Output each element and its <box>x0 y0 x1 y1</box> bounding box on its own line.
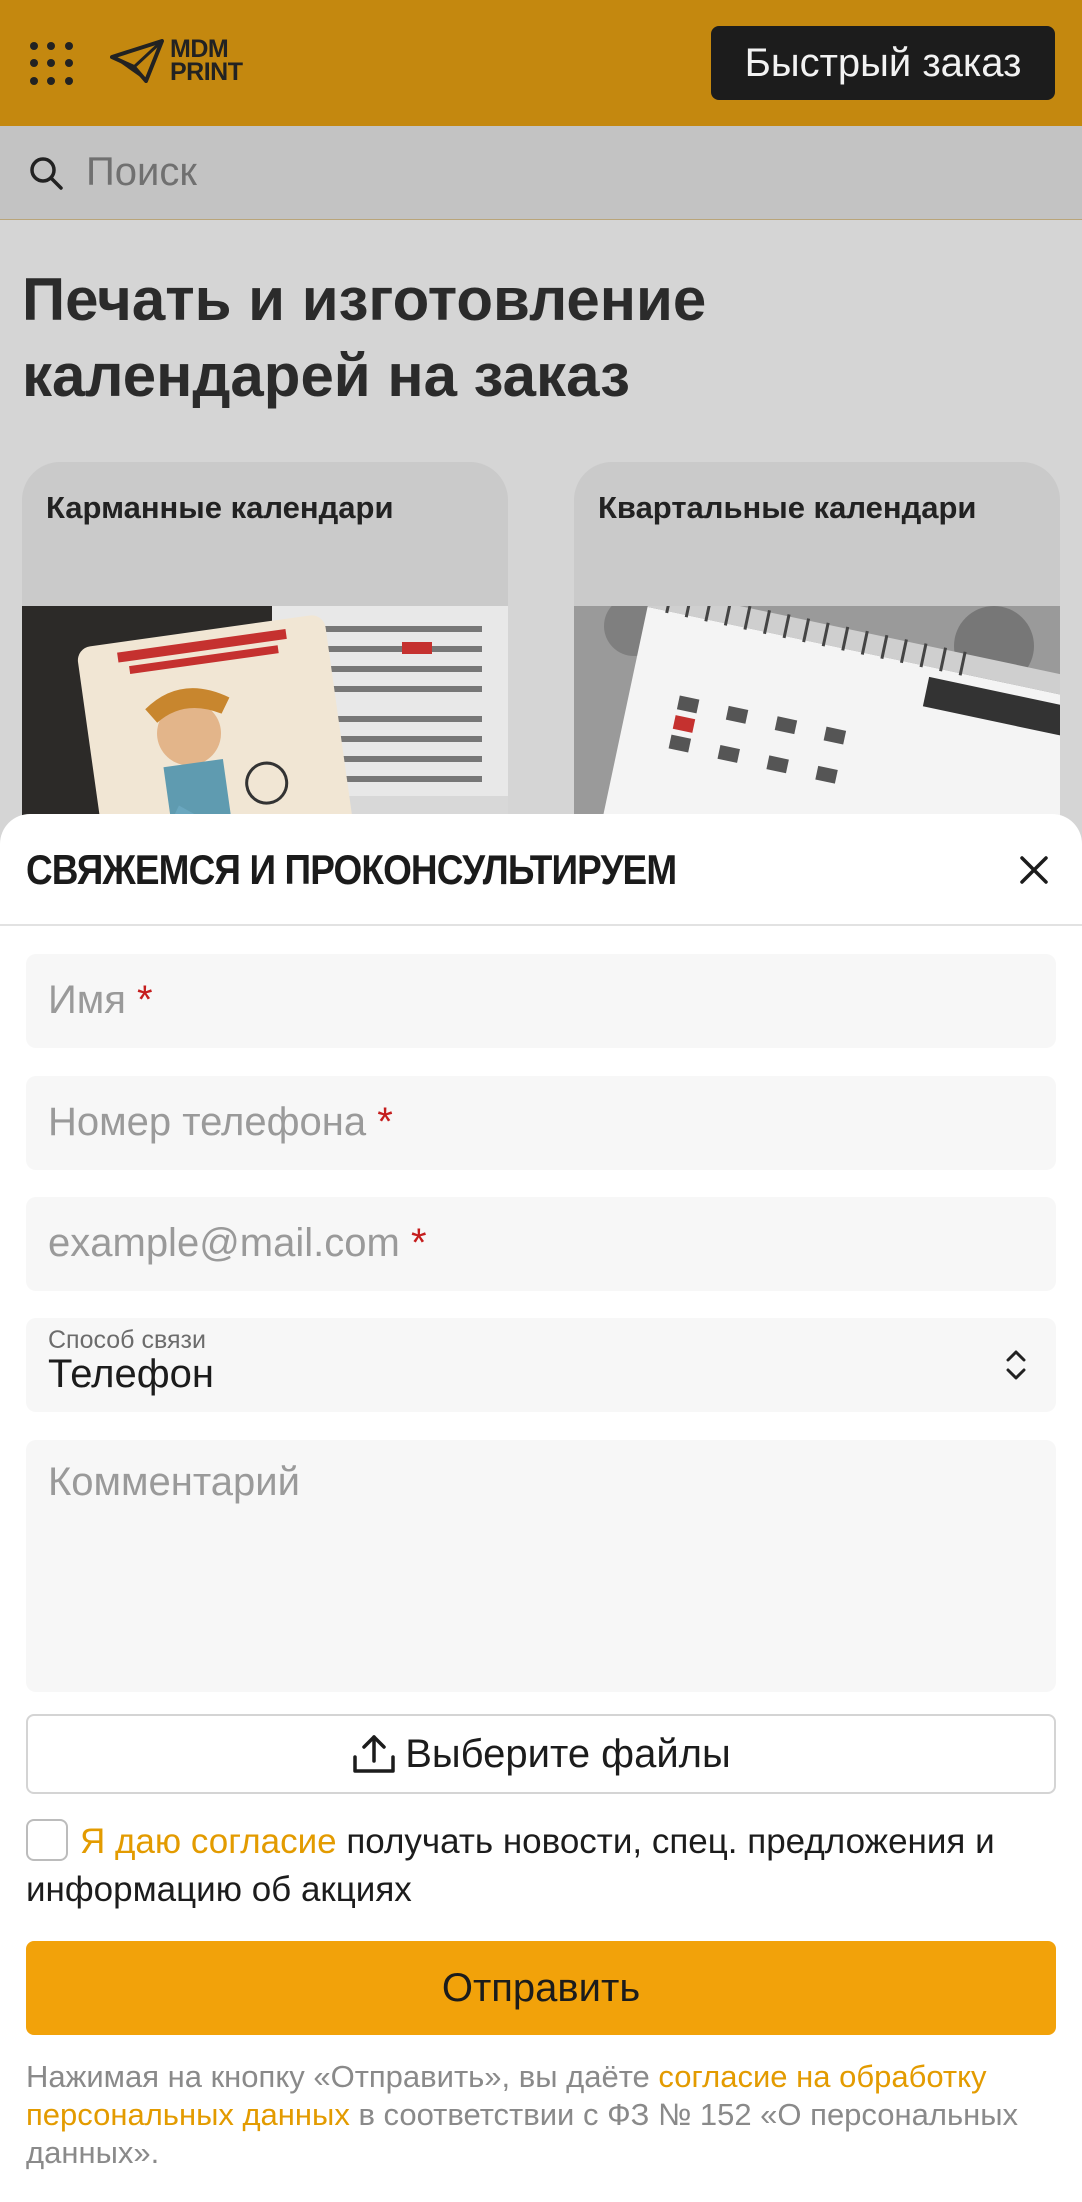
consent-row: Я даю согласие получать новости, спец. п… <box>26 1818 1066 1914</box>
comment-placeholder: Комментарий <box>48 1460 300 1504</box>
required-mark: * <box>410 1221 427 1265</box>
contact-method-value: Телефон <box>48 1352 214 1396</box>
modal-header: СВЯЖЕМСЯ И ПРОКОНСУЛЬТИРУЕМ <box>0 814 1082 926</box>
close-icon[interactable] <box>1014 850 1054 890</box>
submit-button[interactable]: Отправить <box>26 1941 1056 2035</box>
top-bar: MDM PRINT Быстрый заказ <box>0 0 1082 126</box>
card-title: Карманные календари <box>46 490 394 525</box>
legal-notice: Нажимая на кнопку «Отправить», вы даёте … <box>26 2058 1066 2172</box>
required-mark: * <box>377 1100 393 1144</box>
name-field[interactable]: Имя * <box>26 954 1056 1048</box>
consent-checkbox[interactable] <box>26 1819 68 1861</box>
search-icon <box>30 156 63 190</box>
chevron-up-down-icon <box>1006 1350 1026 1380</box>
contact-method-select[interactable]: Способ связи Телефон <box>26 1318 1056 1412</box>
logo[interactable]: MDM PRINT <box>110 35 243 86</box>
choose-files-button[interactable]: Выберите файлы <box>26 1714 1056 1794</box>
search-bar[interactable]: Поиск <box>0 126 1082 220</box>
name-placeholder: Имя * <box>48 978 153 1022</box>
consent-link[interactable]: Я даю согласие <box>80 1822 337 1861</box>
consultation-modal: СВЯЖЕМСЯ И ПРОКОНСУЛЬТИРУЕМ Имя * Номер … <box>0 814 1082 2202</box>
upload-icon <box>353 1735 395 1773</box>
legal-text: Нажимая на кнопку «Отправить», вы даёте <box>26 2059 659 2094</box>
comment-textarea[interactable]: Комментарий <box>26 1440 1056 1692</box>
modal-title: СВЯЖЕМСЯ И ПРОКОНСУЛЬТИРУЕМ <box>26 846 677 893</box>
quick-order-button[interactable]: Быстрый заказ <box>711 26 1055 100</box>
phone-field[interactable]: Номер телефона * <box>26 1076 1056 1170</box>
email-field[interactable]: example@mail.com * <box>26 1197 1056 1291</box>
contact-method-label: Способ связи <box>48 1326 206 1354</box>
required-mark: * <box>137 978 153 1022</box>
email-placeholder: example@mail.com * <box>48 1221 427 1265</box>
logo-text: MDM PRINT <box>170 35 243 86</box>
card-title: Квартальные календари <box>598 490 977 525</box>
choose-files-label: Выберите файлы <box>405 1731 731 1776</box>
search-input[interactable]: Поиск <box>86 150 197 195</box>
page-title: Печать и изготовление календарей на зака… <box>22 266 707 409</box>
phone-placeholder: Номер телефона * <box>48 1100 393 1144</box>
menu-grid-icon[interactable] <box>30 42 74 86</box>
paper-plane-icon <box>110 39 164 83</box>
